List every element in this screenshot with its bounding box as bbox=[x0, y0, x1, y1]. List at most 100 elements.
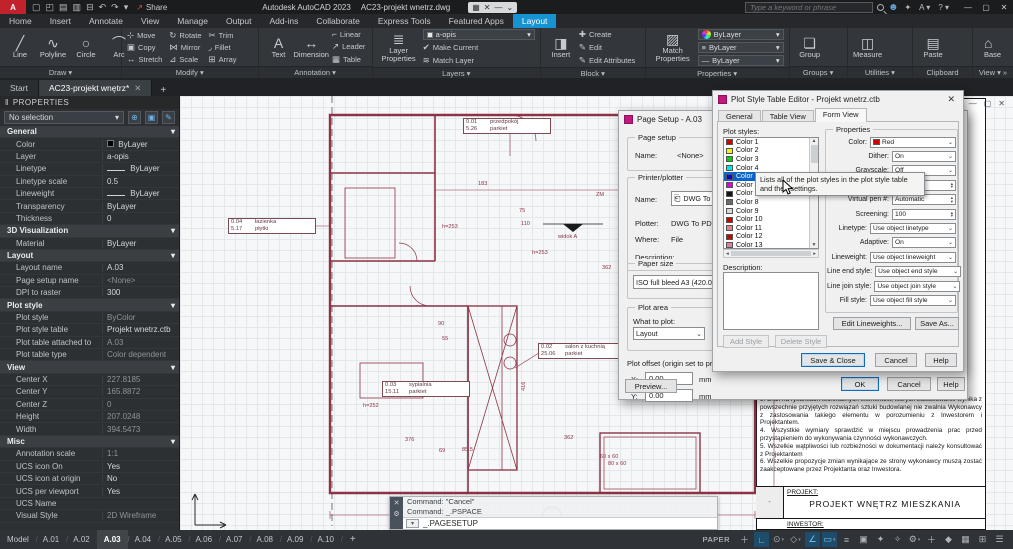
plot-style-item[interactable]: Color 12 bbox=[724, 233, 809, 242]
minimize-document-icon[interactable]: — bbox=[969, 99, 977, 108]
spinner-icon[interactable]: ▴▾ bbox=[951, 182, 953, 189]
property-row[interactable]: Plot table type Color dependent ▾ bbox=[0, 349, 179, 361]
ribbon-tab[interactable]: Featured Apps bbox=[440, 14, 513, 28]
preview-button[interactable]: Preview... bbox=[625, 379, 677, 393]
ribbon-tool[interactable]: ↻ Rotate bbox=[169, 30, 201, 41]
close-window-icon[interactable]: ✕ bbox=[995, 3, 1013, 12]
ribbon-tool[interactable]: ⋈ Mirror bbox=[169, 42, 201, 53]
property-row[interactable]: DPI to raster 300 ▾ bbox=[0, 287, 179, 299]
property-row[interactable]: Lineweight ByLayer ▾ bbox=[0, 188, 179, 200]
toolbar-icon[interactable]: ▥ bbox=[73, 2, 82, 13]
ok-button[interactable]: OK bbox=[841, 377, 879, 391]
panel-footer[interactable]: View ▾ » bbox=[973, 66, 1013, 78]
file-tab[interactable]: AC23-projekt wnętrz* ✕ bbox=[39, 80, 152, 96]
layer-dropdown[interactable]: a-opis ▾ bbox=[423, 29, 535, 40]
base-button[interactable]: ⌂ Base bbox=[978, 29, 1008, 65]
property-row[interactable]: Material ByLayer ▾ bbox=[0, 238, 179, 250]
status-toggle-icon[interactable]: ⚙ ▾ bbox=[907, 532, 922, 547]
property-row[interactable]: Width 394.5473 ▾ bbox=[0, 423, 179, 435]
section-collapse-icon[interactable]: ▾ bbox=[171, 301, 175, 310]
ribbon-tool[interactable]: ✔ Make Current bbox=[423, 42, 535, 53]
ribbon-tab[interactable]: Layout bbox=[513, 14, 557, 28]
plot-style-item[interactable]: Color 11 bbox=[724, 224, 809, 233]
paste-button[interactable]: ▤ Paste bbox=[918, 29, 948, 65]
close-icon[interactable]: ✕ bbox=[484, 3, 491, 12]
command-settings-icon[interactable]: ⚙ bbox=[393, 510, 399, 518]
chevron-down-icon[interactable]: ⌄ bbox=[948, 255, 953, 261]
status-toggle-icon[interactable]: ✦ ▾ bbox=[873, 532, 888, 547]
property-row[interactable]: Color ByLayer ▾ bbox=[0, 138, 179, 150]
app-store-icon[interactable]: ✦ bbox=[904, 3, 911, 12]
object-color-dropdown[interactable]: ByLayer ▾ bbox=[698, 29, 784, 40]
quick-select-icon[interactable]: ✎ bbox=[162, 111, 175, 124]
ribbon-tab[interactable]: Express Tools bbox=[369, 14, 440, 28]
field-value[interactable]: Use object join style ⌄ ▴▾ bbox=[874, 281, 960, 292]
ribbon-tab[interactable]: View bbox=[132, 14, 168, 28]
property-row[interactable]: 3D Visualization ▾ bbox=[0, 225, 179, 237]
property-row[interactable]: Linetype scale 0.5 ▾ bbox=[0, 176, 179, 188]
layout-tab[interactable]: A.10 bbox=[310, 530, 340, 549]
property-row[interactable]: Transparency ByLayer ▾ bbox=[0, 200, 179, 212]
layer-properties-button[interactable]: ≣ Layer Properties bbox=[378, 29, 420, 66]
linetype-dropdown[interactable]: — ByLayer ▾ bbox=[698, 55, 784, 66]
panel-footer[interactable]: Clipboard bbox=[913, 66, 972, 78]
restore-document-icon[interactable]: ▢ bbox=[984, 99, 992, 108]
share-button[interactable]: ↗ Share bbox=[136, 3, 167, 12]
what-to-plot-dropdown[interactable]: Layout ⌄ bbox=[633, 327, 705, 340]
plot-style-item[interactable]: Color 13 bbox=[724, 241, 809, 248]
ribbon-tool[interactable]: ⊞ Array bbox=[209, 54, 237, 65]
close-document-icon[interactable]: ✕ bbox=[998, 99, 1005, 108]
property-row[interactable]: Center Y 165.8872 ▾ bbox=[0, 386, 179, 398]
palette-header[interactable]: ‖ PROPERTIES bbox=[0, 96, 179, 109]
field-value[interactable]: 100 ⌄ ▴▾ bbox=[892, 209, 956, 220]
layout-tab[interactable]: A.03 bbox=[97, 530, 128, 549]
property-row[interactable]: UCS Name ▾ bbox=[0, 498, 179, 510]
plot-style-item[interactable]: Color 2 bbox=[724, 147, 809, 156]
chevron-down-icon[interactable]: ⌄ bbox=[948, 140, 953, 146]
status-toggle-icon[interactable]: ▭ ▾ bbox=[822, 532, 837, 547]
dialog-tab[interactable]: Form View bbox=[815, 108, 867, 122]
match-properties-button[interactable]: ▨ Match Properties bbox=[651, 29, 695, 66]
ribbon-tool[interactable]: ✎ Edit bbox=[579, 42, 635, 53]
ribbon-tool[interactable]: ⌐ Linear bbox=[332, 29, 365, 39]
plot-style-item[interactable]: Color 3 bbox=[724, 155, 809, 164]
toolbar-icon[interactable]: ▾ bbox=[124, 2, 129, 13]
insert-block-button[interactable]: ◨ Insert bbox=[546, 29, 576, 66]
autodesk-account-icon[interactable]: A ▾ bbox=[919, 3, 930, 12]
panel-footer[interactable]: Groups ▾ bbox=[790, 66, 847, 78]
plot-style-item[interactable]: Color 9 bbox=[724, 207, 809, 216]
close-dialog-icon[interactable]: ✕ bbox=[944, 94, 958, 105]
section-collapse-icon[interactable]: ▾ bbox=[171, 226, 175, 235]
edit-lineweights-button[interactable]: Edit Lineweights... bbox=[833, 317, 911, 330]
property-row[interactable]: Layout ▾ bbox=[0, 250, 179, 262]
ribbon-tab[interactable]: Collaborate bbox=[307, 14, 368, 28]
field-value[interactable]: Use object end style ⌄ ▴▾ bbox=[875, 266, 961, 277]
description-textarea[interactable] bbox=[723, 272, 819, 330]
autocad-logo-icon[interactable]: A bbox=[0, 0, 26, 14]
file-tab[interactable]: Start ✕ bbox=[0, 80, 39, 96]
toolbar-icon[interactable]: ▢ bbox=[32, 2, 41, 13]
new-tab-button[interactable]: + bbox=[152, 85, 174, 96]
status-toggle-icon[interactable]: ≡ ▾ bbox=[839, 532, 854, 547]
layout-tab[interactable]: A.04 bbox=[128, 530, 158, 549]
property-row[interactable]: Plot style table Projekt wnetrz.ctb ▾ bbox=[0, 324, 179, 336]
ribbon-tool[interactable]: ✎ Edit Attributes bbox=[579, 55, 635, 66]
search-input[interactable] bbox=[745, 2, 873, 13]
select-objects-icon[interactable]: ▣ bbox=[145, 111, 158, 124]
grid-icon[interactable]: ▦ bbox=[472, 3, 480, 12]
spinner-icon[interactable]: ▴▾ bbox=[951, 196, 953, 203]
chevron-down-icon[interactable]: ⌄ bbox=[948, 226, 953, 232]
property-row[interactable]: UCS icon On Yes ▾ bbox=[0, 461, 179, 473]
delete-style-button[interactable]: Delete Style bbox=[775, 335, 827, 348]
search-icon[interactable] bbox=[877, 4, 884, 11]
status-toggle-icon[interactable]: ⊙ ▾ bbox=[771, 532, 786, 547]
command-input[interactable]: _.PAGESETUP bbox=[423, 519, 478, 528]
ribbon-tool[interactable]: ⊹ Move bbox=[127, 30, 162, 41]
ribbon-tool[interactable]: ↔ Stretch bbox=[127, 54, 162, 65]
dialog-title-bar[interactable]: Plot Style Table Editor - Projekt wnetrz… bbox=[713, 91, 963, 107]
status-toggle-icon[interactable]: ☰ ▾ bbox=[992, 532, 1007, 547]
property-row[interactable]: General ▾ bbox=[0, 126, 179, 138]
layout-tab[interactable]: A.05 bbox=[158, 530, 188, 549]
help-button[interactable]: Help bbox=[925, 353, 957, 367]
status-toggle-icon[interactable]: ＋ ▾ bbox=[924, 532, 939, 547]
